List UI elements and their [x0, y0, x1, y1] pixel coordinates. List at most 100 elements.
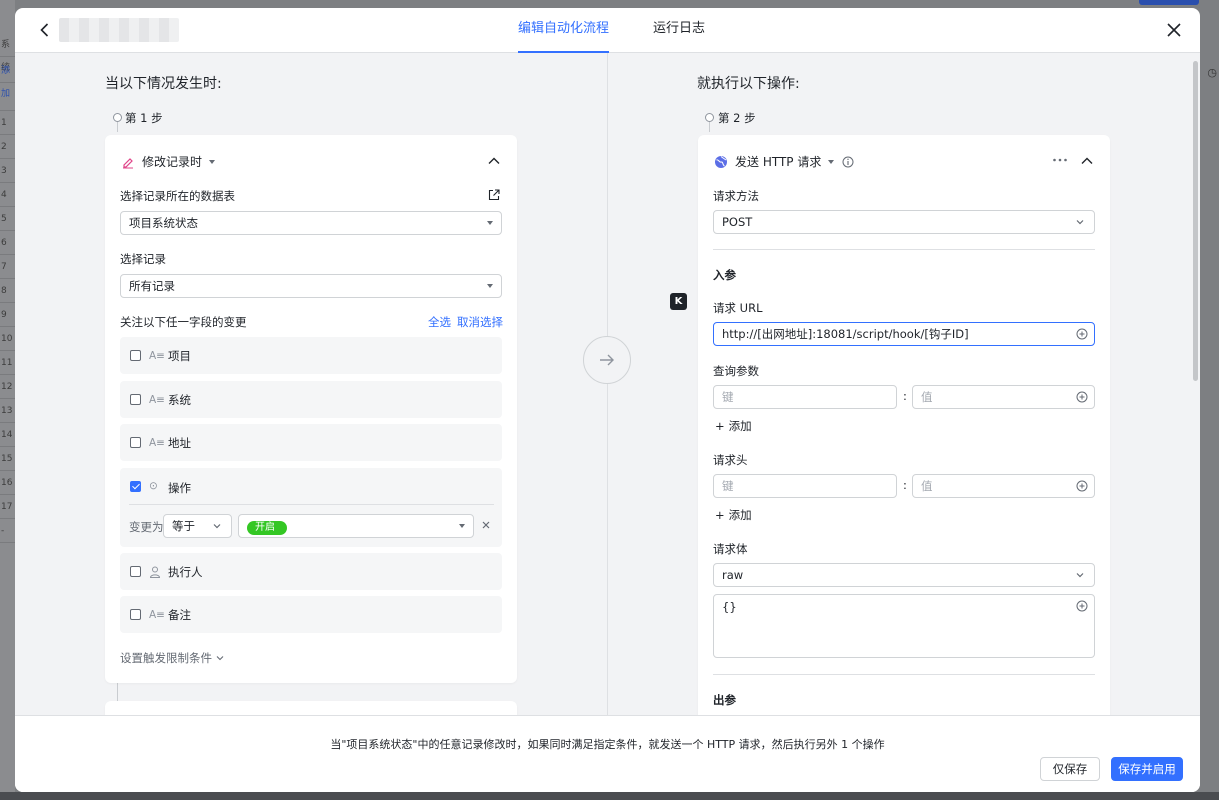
bg-label: 17 [0, 496, 15, 519]
query-value-input[interactable]: 值 [912, 385, 1095, 409]
body-textarea[interactable]: {} [713, 594, 1095, 658]
single-select-field-icon: ⊙ [149, 480, 158, 492]
caret-down-icon [487, 284, 493, 288]
step-line [117, 683, 118, 703]
save-only-button[interactable]: 仅保存 [1040, 757, 1100, 781]
field-checkbox[interactable] [130, 437, 141, 448]
remove-condition-icon[interactable] [481, 520, 491, 530]
collapse-icon[interactable] [487, 154, 501, 168]
field-row-project[interactable]: A≡ 项目 [120, 337, 502, 374]
body-type-select[interactable]: raw [713, 563, 1095, 587]
insert-variable-icon[interactable] [1076, 480, 1088, 492]
section-divider [713, 674, 1095, 675]
table-label: 选择记录所在的数据表 [120, 189, 235, 203]
more-icon[interactable] [1052, 155, 1068, 165]
condition-value-select[interactable]: 开启 [238, 514, 474, 538]
collapse-icon[interactable] [1080, 154, 1094, 168]
trigger-step-label: 第 1 步 [125, 111, 163, 125]
field-checkbox[interactable] [130, 566, 141, 577]
bg-label: 3 [0, 160, 15, 183]
header-value-input[interactable]: 值 [912, 474, 1095, 498]
add-header-button[interactable]: + 添加 [715, 507, 752, 523]
text-field-icon: A≡ [149, 349, 165, 362]
open-link-icon[interactable] [488, 189, 500, 201]
insert-variable-icon[interactable] [1076, 391, 1088, 403]
caret-down-icon [209, 159, 216, 164]
header-key-placeholder: 键 [722, 479, 734, 493]
record-label: 选择记录 [120, 252, 166, 266]
field-row-address[interactable]: A≡ 地址 [120, 424, 502, 461]
field-row-remark[interactable]: A≡ 备注 [120, 596, 502, 633]
trigger-limit-label: 设置触发限制条件 [120, 651, 212, 665]
caret-down-icon [487, 221, 493, 225]
body-label: 请求体 [713, 542, 748, 556]
condition-prefix: 变更为 [129, 520, 164, 534]
add-label: 添加 [728, 419, 752, 433]
header-key-input[interactable]: 键 [713, 474, 897, 498]
scrollbar[interactable] [1193, 61, 1198, 381]
field-checkbox-checked[interactable] [130, 481, 141, 492]
bg-label [0, 88, 15, 111]
action-type-selector[interactable]: 发送 HTTP 请求 [714, 153, 854, 170]
modal-tabs: 编辑自动化流程 运行日志 [518, 8, 749, 53]
modal-header: 编辑自动化流程 运行日志 [15, 8, 1200, 53]
chevron-down-icon [213, 524, 221, 529]
trigger-section-title: 当以下情况发生时: [105, 76, 222, 92]
action-step-label: 第 2 步 [718, 111, 756, 125]
table-select-value: 项目系统状态 [129, 216, 198, 230]
caret-down-icon [459, 524, 465, 528]
field-name: 操作 [168, 481, 191, 495]
insert-variable-icon[interactable] [1076, 328, 1088, 340]
bg-label: 10 [0, 328, 15, 351]
url-label: 请求 URL [713, 301, 763, 315]
k-badge-icon[interactable]: K [670, 293, 687, 310]
field-checkbox[interactable] [130, 609, 141, 620]
action-type-label: 发送 HTTP 请求 [735, 155, 822, 169]
text-field-icon: A≡ [149, 608, 165, 621]
bg-label: 5 [0, 208, 15, 231]
bg-label: 14 [0, 424, 15, 447]
chevron-down-icon [1076, 573, 1084, 578]
close-icon [1167, 23, 1181, 37]
header-value-placeholder: 值 [921, 479, 933, 493]
tab-edit-flow[interactable]: 编辑自动化流程 [518, 8, 610, 53]
output-params-title: 出参 [713, 693, 736, 707]
tab-run-log[interactable]: 运行日志 [653, 8, 705, 53]
info-icon[interactable] [842, 156, 854, 168]
deselect-all-link[interactable]: 取消选择 [457, 314, 503, 330]
bg-label: 系统 [0, 34, 15, 73]
body-type-value: raw [722, 568, 744, 582]
flow-arrow [583, 336, 631, 384]
step-line [117, 122, 118, 132]
select-all-link[interactable]: 全选 [428, 314, 451, 330]
bg-label: 9 [0, 304, 15, 327]
field-checkbox[interactable] [130, 394, 141, 405]
automation-name-redacted [59, 18, 179, 42]
bg-label: 4 [0, 184, 15, 207]
save-and-enable-button[interactable]: 保存并启用 [1111, 757, 1183, 781]
record-select[interactable]: 所有记录 [120, 274, 502, 298]
input-params-title: 入参 [713, 268, 736, 282]
kv-separator: : [903, 478, 907, 492]
trigger-limit-toggle[interactable]: 设置触发限制条件 [120, 650, 226, 666]
field-row-operation[interactable]: ⊙ 操作 变更为 等于 开启 [120, 468, 502, 547]
panel-divider [607, 53, 608, 715]
query-key-input[interactable]: 键 [713, 385, 897, 409]
field-checkbox[interactable] [130, 350, 141, 361]
condition-operator-select[interactable]: 等于 [163, 514, 232, 538]
close-button[interactable] [1164, 20, 1184, 40]
automation-summary: 当"项目系统状态"中的任意记录修改时，如果同时满足指定条件，就发送一个 HTTP… [330, 738, 885, 751]
back-button[interactable] [35, 20, 55, 40]
arrow-right-icon [600, 354, 614, 366]
table-select[interactable]: 项目系统状态 [120, 211, 502, 235]
field-row-system[interactable]: A≡ 系统 [120, 381, 502, 418]
insert-variable-icon[interactable] [1076, 600, 1088, 612]
automation-editor-modal: 编辑自动化流程 运行日志 当以下情况发生时: 第 1 步 修改记录时 选择记录所… [15, 8, 1200, 792]
url-input[interactable]: http://[出网地址]:18081/script/hook/[钩子ID] [713, 322, 1095, 346]
trigger-type-selector[interactable]: 修改记录时 [121, 153, 216, 170]
field-row-executor[interactable]: 执行人 [120, 553, 502, 590]
query-key-placeholder: 键 [722, 390, 734, 404]
method-select[interactable]: POST [713, 210, 1095, 234]
add-query-param-button[interactable]: + 添加 [715, 418, 752, 434]
row-divider [129, 504, 494, 505]
